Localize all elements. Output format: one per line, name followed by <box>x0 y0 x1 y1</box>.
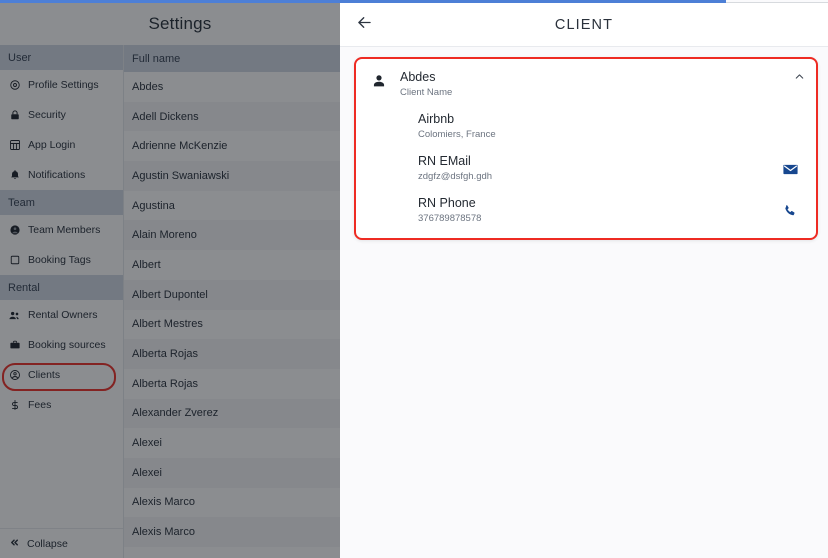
focus-outline-top <box>0 0 726 3</box>
client-detail-pane: CLIENT Abdes Client Name Airbnb Colomier… <box>340 0 828 558</box>
client-detail-title: CLIENT <box>554 16 614 33</box>
settings-pane: Settings UserProfile SettingsSecurityApp… <box>0 0 340 558</box>
client-email-field: RN EMail zdgfz@dsfgh.gdh <box>370 153 802 184</box>
back-button[interactable] <box>350 11 378 39</box>
phone-icon[interactable] <box>780 201 800 221</box>
app-root: Settings UserProfile SettingsSecurityApp… <box>0 0 828 558</box>
client-card-top: Abdes Client Name <box>370 69 802 100</box>
client-source-field: Airbnb Colomiers, France <box>370 111 802 142</box>
email-icon[interactable] <box>780 159 800 179</box>
client-phone-field: RN Phone 376789878578 <box>370 195 802 226</box>
window-top-divider <box>726 2 828 3</box>
client-phone-label: RN Phone <box>418 196 476 210</box>
person-icon <box>370 72 388 90</box>
client-name-label: Client Name <box>400 87 453 98</box>
client-source-value: Airbnb <box>418 112 455 126</box>
client-phone-value: 376789878578 <box>418 213 482 224</box>
modal-backdrop-overlay[interactable] <box>0 3 340 558</box>
arrow-left-icon <box>355 13 374 37</box>
client-detail-body: Abdes Client Name Airbnb Colomiers, Fran… <box>340 47 828 558</box>
client-info-card[interactable]: Abdes Client Name Airbnb Colomiers, Fran… <box>354 57 818 240</box>
client-name-field: Abdes Client Name <box>400 69 452 100</box>
client-detail-header: CLIENT <box>340 3 828 47</box>
client-email-value: zdgfz@dsfgh.gdh <box>418 171 493 182</box>
chevron-up-icon[interactable] <box>792 69 806 83</box>
client-source-location: Colomiers, France <box>418 129 496 140</box>
client-email-label: RN EMail <box>418 154 471 168</box>
client-name-value: Abdes <box>400 70 436 84</box>
